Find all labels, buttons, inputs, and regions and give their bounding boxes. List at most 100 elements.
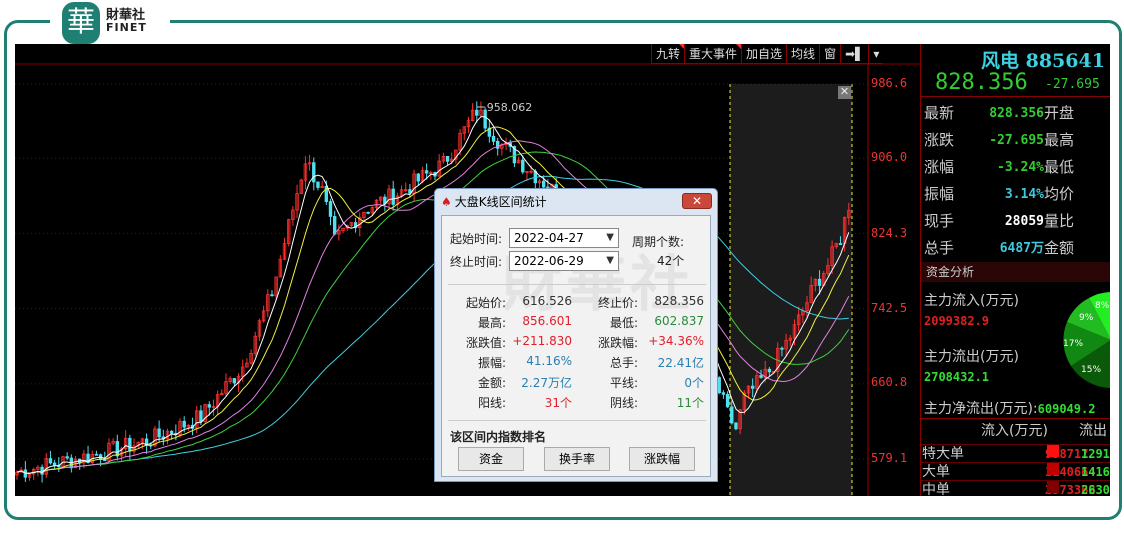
start-time-select[interactable]: 2022-04-27 ▼ <box>509 228 619 248</box>
candle <box>366 211 370 214</box>
toolbar-next-icon[interactable]: ➡▌ <box>840 44 868 63</box>
stat-label: 最低: <box>609 316 638 330</box>
stat-label: 总手: <box>609 356 638 370</box>
candle <box>65 456 69 459</box>
dialog-close-button[interactable]: ✕ <box>682 193 712 209</box>
stat-label: 阳线: <box>477 396 506 410</box>
chart-toolbar: 九转 重大事件 加自选 均线 窗 ➡▌ ▾ <box>651 44 884 64</box>
stat-value: 31个 <box>544 396 572 410</box>
stat-value: 856.601 <box>522 314 572 328</box>
candle <box>391 188 395 205</box>
rank-change-button[interactable]: 涨跌幅 <box>629 447 695 471</box>
candle <box>157 428 161 438</box>
candle <box>780 347 784 350</box>
toolbar-window[interactable]: 窗 <box>819 44 840 63</box>
toolbar-dropdown-icon[interactable]: ▾ <box>868 44 883 63</box>
candle <box>169 430 174 434</box>
candle <box>40 466 44 475</box>
start-time-label: 起始时间: <box>450 232 503 246</box>
stat-label: 平线: <box>609 376 638 390</box>
chevron-down-icon: ▼ <box>606 255 614 266</box>
selected-range <box>730 84 852 496</box>
candle <box>734 422 738 430</box>
candle <box>182 420 186 428</box>
stat-label: 涨跌幅: <box>597 336 638 350</box>
ma10-line <box>16 126 850 474</box>
toolbar-ma[interactable]: 均线 <box>786 44 819 63</box>
fund-pie-chart: 8% 9% 17% 15% <box>1063 292 1110 388</box>
candle <box>817 278 822 286</box>
period-count: 42个 <box>657 254 685 268</box>
ma5-line <box>16 116 850 474</box>
pie-label: 15% <box>1081 365 1101 375</box>
stat-value: 2.27万亿 <box>521 376 572 390</box>
close-range-icon[interactable]: ✕ <box>838 86 851 99</box>
rank-fund-button[interactable]: 资金 <box>458 447 524 471</box>
stat-value: 11个 <box>676 396 704 410</box>
quote-panel: 风电 885641 828.356 -27.695 最新 828.356 开盘 涨跌 -… <box>920 44 1110 496</box>
stat-value: +211.830 <box>512 334 572 348</box>
price-change: -27.695 <box>1045 77 1100 92</box>
stat-label: 阴线: <box>609 396 638 410</box>
flow-row: 大单 1140664 1416 <box>921 462 1110 480</box>
finet-logo: 華 <box>62 2 100 44</box>
main-outflow: 主力流出(万元) 2708432.1 <box>924 349 1019 384</box>
quote-row: 涨幅 -3.24% 最低 <box>924 158 1075 176</box>
candle <box>328 201 333 217</box>
stat-value: 41.16% <box>526 354 572 368</box>
toolbar-major-events[interactable]: 重大事件 <box>684 44 742 63</box>
candle <box>767 368 772 373</box>
candle <box>730 406 734 424</box>
stat-label: 振幅: <box>477 356 506 370</box>
range-stats-dialog: ♠ 大盘K线区间统计 ✕ 財華社 起始时间: 2022-04-27 ▼ 终止时间: … <box>434 188 718 482</box>
stat-value: 0个 <box>684 376 704 390</box>
app-icon: ♠ <box>441 195 452 209</box>
stat-label: 起始价: <box>465 296 506 310</box>
axis-label: 579.1 <box>871 451 908 465</box>
end-time-label: 终止时间: <box>450 255 503 269</box>
stat-label: 金额: <box>477 376 506 390</box>
candle <box>750 385 755 389</box>
candle <box>128 437 132 452</box>
quote-row: 最新 828.356 开盘 <box>924 104 1075 122</box>
ma20-line <box>16 140 850 474</box>
candle <box>115 441 120 457</box>
quote-row: 振幅 3.14% 均价 <box>924 185 1075 203</box>
candle <box>838 243 843 245</box>
candle <box>416 173 420 182</box>
toolbar-jiuzhuan[interactable]: 九转 <box>651 44 685 63</box>
candle <box>199 410 203 422</box>
flow-row: 特大单 958717 1291 <box>921 444 1110 462</box>
candle <box>445 156 450 162</box>
flow-row: 中单 2573362 2630 <box>921 480 1110 496</box>
axis-label: 742.5 <box>871 301 908 315</box>
candle <box>94 453 99 456</box>
period-count-label: 周期个数: <box>632 235 685 249</box>
end-time-select[interactable]: 2022-06-29 ▼ <box>509 251 619 271</box>
flow-table-header: 流入(万元) 流出 <box>981 423 1107 439</box>
pie-label: 9% <box>1079 313 1094 323</box>
candle <box>725 393 730 408</box>
main-net-outflow: 主力净流出(万元):609049.2 <box>924 401 1096 417</box>
candle <box>207 404 211 408</box>
stat-value: +34.36% <box>648 334 704 348</box>
candle <box>759 375 763 378</box>
candle <box>48 458 53 464</box>
candle <box>316 181 320 188</box>
stock-title: 风电 885641 <box>981 50 1105 72</box>
rank-turnover-button[interactable]: 换手率 <box>544 447 610 471</box>
pie-label: 17% <box>1063 339 1083 349</box>
pie-label: 8% <box>1095 301 1110 311</box>
finet-brand: 財華社 FINET <box>106 8 147 34</box>
stat-value: 602.837 <box>654 314 704 328</box>
candle <box>424 170 429 174</box>
candle <box>475 109 479 116</box>
toolbar-add-watchlist[interactable]: 加自选 <box>741 44 786 63</box>
last-price: 828.356 <box>935 70 1028 95</box>
candle <box>312 162 316 183</box>
candle <box>52 462 57 466</box>
fund-analysis-header: 资金分析 <box>921 262 1110 282</box>
stat-value: 22.41亿 <box>657 356 704 370</box>
candle <box>541 180 546 188</box>
stat-label: 最高: <box>477 316 506 330</box>
